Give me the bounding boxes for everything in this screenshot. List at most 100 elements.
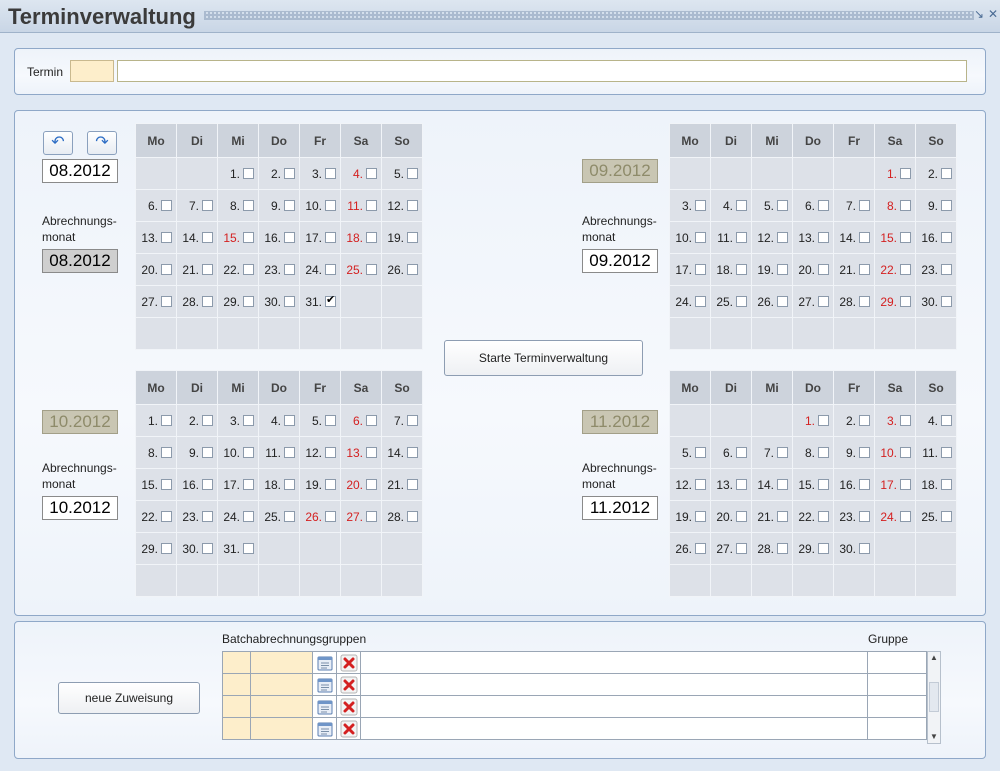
calendar-day-cell[interactable]: 13. xyxy=(340,436,382,469)
calendar-day-cell[interactable]: 4. xyxy=(710,189,752,222)
day-checkbox[interactable] xyxy=(818,510,829,522)
calendar-day-cell[interactable]: 28. xyxy=(833,285,875,318)
day-checkbox[interactable] xyxy=(941,199,952,211)
calendar-day-cell[interactable]: 6. xyxy=(135,189,177,222)
gruppe-cell[interactable] xyxy=(867,651,927,674)
calendar-day-cell[interactable]: 20. xyxy=(340,468,382,501)
calendar-day-cell[interactable]: 20. xyxy=(792,253,834,286)
day-checkbox[interactable] xyxy=(900,263,911,275)
calendar-day-cell[interactable]: 3. xyxy=(299,157,341,190)
day-checkbox[interactable] xyxy=(366,263,377,275)
day-checkbox[interactable] xyxy=(161,542,172,554)
batch-name-cell[interactable] xyxy=(360,673,868,696)
previous-month-button[interactable]: ↶ xyxy=(43,131,73,155)
day-checkbox[interactable] xyxy=(695,510,706,522)
day-checkbox[interactable] xyxy=(243,446,254,458)
calendar-day-cell[interactable]: 24. xyxy=(299,253,341,286)
day-checkbox[interactable] xyxy=(736,295,747,307)
calendar-day-cell[interactable]: 31. xyxy=(299,285,341,318)
day-checkbox[interactable] xyxy=(859,542,870,554)
day-checkbox[interactable] xyxy=(941,167,952,179)
calendar-day-cell[interactable]: 29. xyxy=(217,285,259,318)
day-checkbox[interactable] xyxy=(161,446,172,458)
day-checkbox[interactable] xyxy=(736,199,747,211)
calendar-day-cell[interactable]: 27. xyxy=(792,285,834,318)
day-checkbox[interactable] xyxy=(284,167,295,179)
calendar-day-cell[interactable]: 6. xyxy=(710,436,752,469)
day-checkbox[interactable] xyxy=(161,199,172,211)
calendar-day-cell[interactable]: 30. xyxy=(258,285,300,318)
day-checkbox[interactable] xyxy=(941,478,952,490)
calendar-day-cell[interactable]: 18. xyxy=(915,468,957,501)
calendar-day-cell[interactable]: 29. xyxy=(792,532,834,565)
day-checkbox[interactable] xyxy=(777,510,788,522)
calendar-day-cell[interactable]: 29. xyxy=(135,532,177,565)
day-checkbox[interactable] xyxy=(407,414,418,426)
calendar-day-cell[interactable]: 5. xyxy=(751,189,793,222)
calendar-day-cell[interactable]: 15. xyxy=(217,221,259,254)
day-checkbox[interactable] xyxy=(777,199,788,211)
calendar-day-cell[interactable]: 23. xyxy=(915,253,957,286)
batch-code-cell[interactable] xyxy=(222,673,251,696)
day-checkbox[interactable] xyxy=(859,263,870,275)
batch-id-cell[interactable] xyxy=(250,695,313,718)
day-checkbox[interactable] xyxy=(900,478,911,490)
day-checkbox[interactable] xyxy=(243,231,254,243)
calendar-day-cell[interactable]: 19. xyxy=(669,500,711,533)
calendar-edit-icon[interactable] xyxy=(316,654,334,672)
calendar-day-cell[interactable]: 9. xyxy=(915,189,957,222)
batch-name-cell[interactable] xyxy=(360,717,868,740)
day-checkbox-checked[interactable] xyxy=(325,295,336,307)
day-checkbox[interactable] xyxy=(818,295,829,307)
day-checkbox[interactable] xyxy=(243,510,254,522)
calendar-day-cell[interactable]: 15. xyxy=(792,468,834,501)
day-checkbox[interactable] xyxy=(941,295,952,307)
calendar-day-cell[interactable]: 4. xyxy=(915,404,957,437)
calendar-day-cell[interactable]: 19. xyxy=(299,468,341,501)
day-checkbox[interactable] xyxy=(284,510,295,522)
day-checkbox[interactable] xyxy=(161,478,172,490)
calendar-day-cell[interactable]: 13. xyxy=(710,468,752,501)
batch-name-cell[interactable] xyxy=(360,651,868,674)
day-checkbox[interactable] xyxy=(202,199,213,211)
calendar-day-cell[interactable]: 16. xyxy=(915,221,957,254)
calendar-day-cell[interactable]: 7. xyxy=(176,189,218,222)
calendar-day-cell[interactable]: 27. xyxy=(135,285,177,318)
calendar-edit-icon[interactable] xyxy=(316,676,334,694)
calendar-day-cell[interactable]: 11. xyxy=(258,436,300,469)
day-checkbox[interactable] xyxy=(900,167,911,179)
calendar-day-cell[interactable]: 11. xyxy=(340,189,382,222)
day-checkbox[interactable] xyxy=(900,199,911,211)
neue-zuweisung-button[interactable]: neue Zuweisung xyxy=(58,682,200,714)
day-checkbox[interactable] xyxy=(407,167,418,179)
calendar-day-cell[interactable]: 24. xyxy=(217,500,259,533)
calendar-day-cell[interactable]: 13. xyxy=(135,221,177,254)
abrechnungsmonat-field-3[interactable]: 10.2012 xyxy=(42,496,118,520)
day-checkbox[interactable] xyxy=(818,231,829,243)
calendar-day-cell[interactable]: 30. xyxy=(915,285,957,318)
calendar-day-cell[interactable]: 27. xyxy=(710,532,752,565)
day-checkbox[interactable] xyxy=(366,414,377,426)
day-checkbox[interactable] xyxy=(161,263,172,275)
day-checkbox[interactable] xyxy=(777,542,788,554)
day-checkbox[interactable] xyxy=(859,478,870,490)
batch-id-cell[interactable] xyxy=(250,717,313,740)
day-checkbox[interactable] xyxy=(941,510,952,522)
day-checkbox[interactable] xyxy=(818,478,829,490)
day-checkbox[interactable] xyxy=(202,510,213,522)
calendar-day-cell[interactable]: 19. xyxy=(381,221,423,254)
day-checkbox[interactable] xyxy=(736,542,747,554)
calendar-day-cell[interactable]: 10. xyxy=(217,436,259,469)
calendar-day-cell[interactable]: 25. xyxy=(710,285,752,318)
day-checkbox[interactable] xyxy=(818,446,829,458)
day-checkbox[interactable] xyxy=(407,446,418,458)
day-checkbox[interactable] xyxy=(325,478,336,490)
day-checkbox[interactable] xyxy=(284,295,295,307)
calendar-day-cell[interactable]: 28. xyxy=(176,285,218,318)
day-checkbox[interactable] xyxy=(284,263,295,275)
day-checkbox[interactable] xyxy=(941,446,952,458)
calendar-day-cell[interactable]: 3. xyxy=(874,404,916,437)
batch-name-cell[interactable] xyxy=(360,695,868,718)
day-checkbox[interactable] xyxy=(325,167,336,179)
day-checkbox[interactable] xyxy=(366,478,377,490)
